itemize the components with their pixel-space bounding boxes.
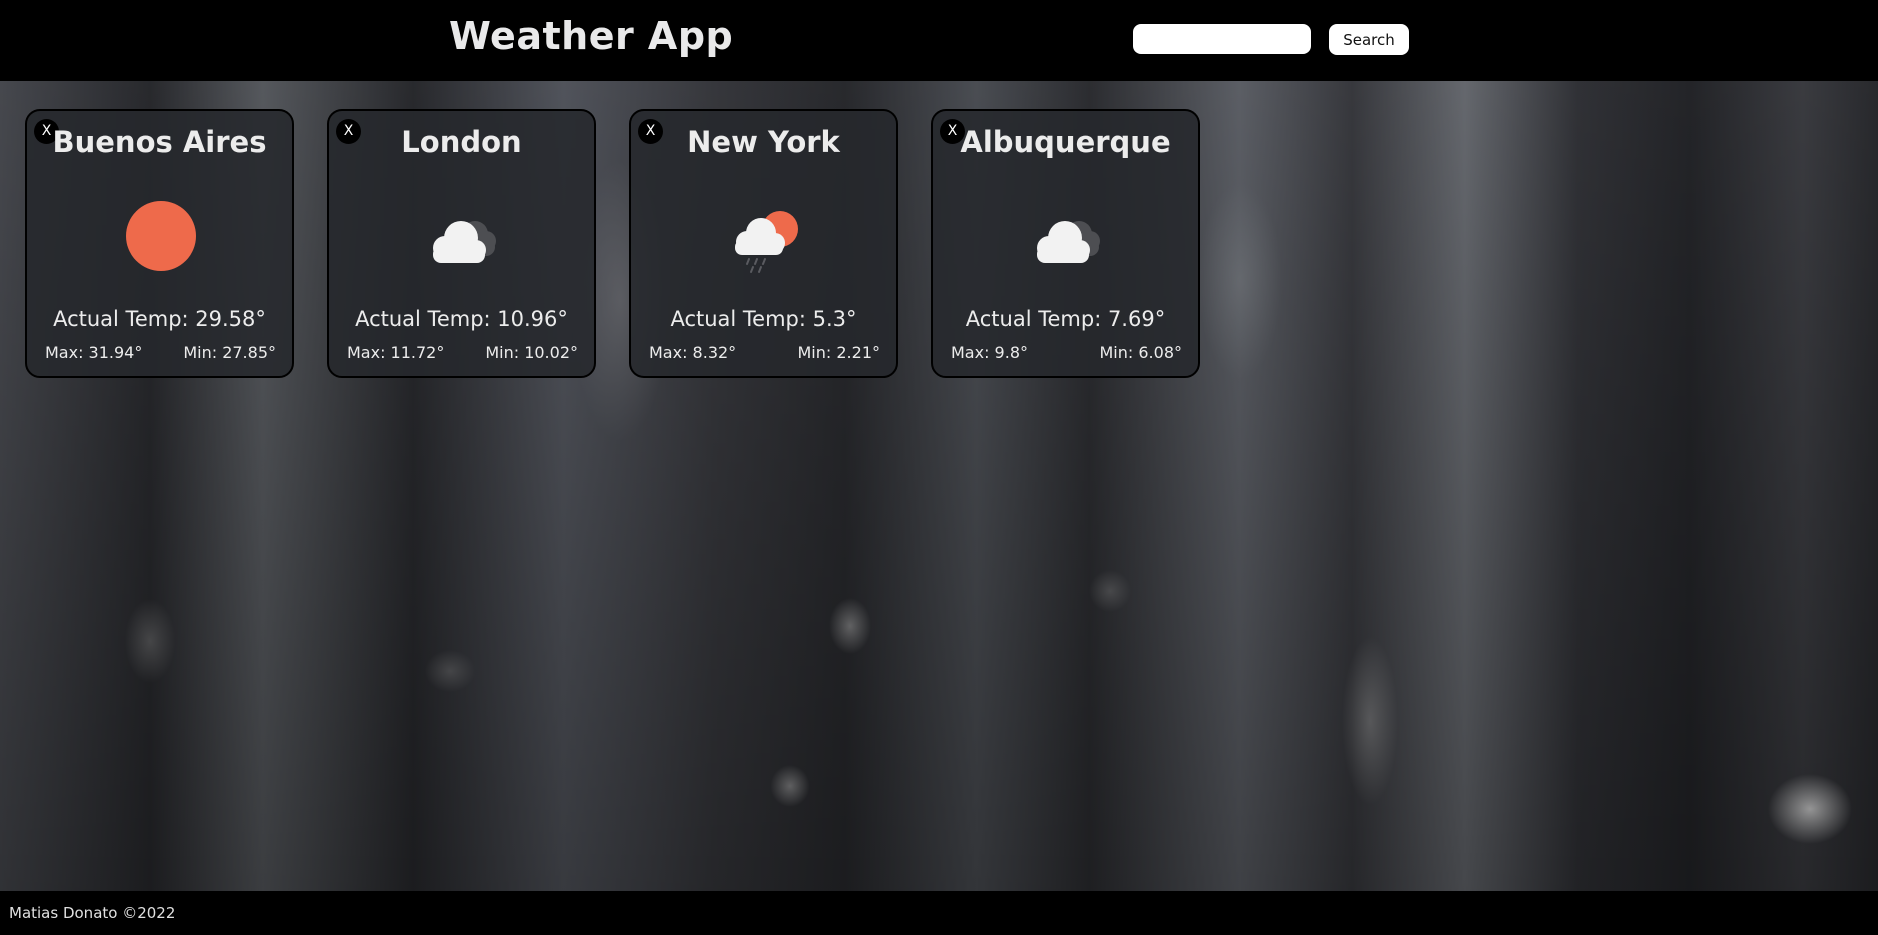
rain-sun-icon <box>735 211 798 273</box>
max-temp: Max: 9.8° <box>951 343 1028 362</box>
copyright-text: Matias Donato ©2022 <box>9 904 176 922</box>
actual-temp: Actual Temp: 10.96° <box>355 307 568 331</box>
weather-card-london: X London Actual Temp: 10.96° Max: 11.72°… <box>327 109 596 378</box>
app-title: Weather App <box>449 14 734 58</box>
max-temp: Max: 11.72° <box>347 343 445 362</box>
min-temp: Min: 10.02° <box>485 343 578 362</box>
footer-bar: Matias Donato ©2022 <box>0 891 1878 935</box>
city-name: Buenos Aires <box>52 125 267 159</box>
city-name: London <box>401 125 522 159</box>
search-button[interactable]: Search <box>1329 24 1409 55</box>
min-temp: Min: 2.21° <box>797 343 881 362</box>
weather-card-new-york: X New York Actual Temp: 5.3° Max: 8.32° … <box>629 109 898 378</box>
weather-card-albuquerque: X Albuquerque Actual Temp: 7.69° Max: 9.… <box>931 109 1200 378</box>
actual-temp: Actual Temp: 7.69° <box>965 307 1166 331</box>
weather-card-buenos-aires: X Buenos Aires Actual Temp: 29.58° Max: … <box>25 109 294 378</box>
header-bar: Weather App Search <box>0 0 1878 81</box>
cloudy-icon <box>433 221 496 263</box>
actual-temp: Actual Temp: 5.3° <box>670 307 857 331</box>
min-temp: Min: 27.85° <box>183 343 276 362</box>
city-name: New York <box>687 125 840 159</box>
city-name: Albuquerque <box>960 125 1171 159</box>
min-temp: Min: 6.08° <box>1099 343 1183 362</box>
search-input[interactable] <box>1133 24 1311 54</box>
max-temp: Max: 8.32° <box>649 343 737 362</box>
max-temp: Max: 31.94° <box>45 343 143 362</box>
cloudy-icon <box>1037 221 1100 263</box>
actual-temp: Actual Temp: 29.58° <box>53 307 266 331</box>
sun-icon <box>126 201 196 271</box>
